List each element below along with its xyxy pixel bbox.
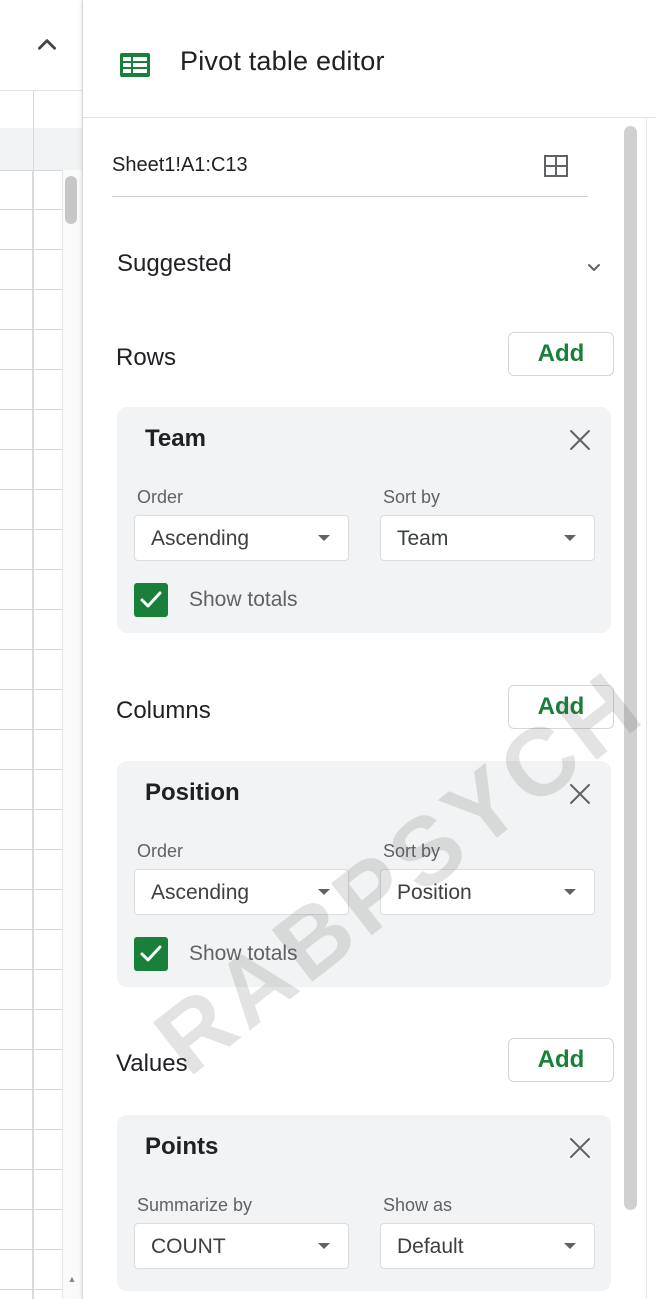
- dropdown-arrow-icon: [318, 1243, 330, 1249]
- card-title: Points: [145, 1133, 219, 1160]
- values-add-button[interactable]: Add: [508, 1038, 614, 1082]
- panel-header: Pivot table editor: [83, 0, 656, 118]
- sort-by-value: Team: [397, 527, 449, 550]
- order-label: Order: [137, 487, 184, 507]
- sort-by-value: Position: [397, 881, 472, 904]
- card-title: Position: [145, 779, 240, 806]
- values-heading: Values: [116, 1050, 188, 1077]
- columns-add-button[interactable]: Add: [508, 685, 614, 729]
- pivot-table-editor-panel: Pivot table editor Sheet1!A1:C13 Suggest…: [83, 0, 656, 1299]
- sort-by-label: Sort by: [383, 841, 441, 861]
- spreadsheet-grid: ▲: [0, 0, 83, 1299]
- panel-title: Pivot table editor: [180, 46, 385, 76]
- checkmark-icon: [140, 591, 162, 608]
- sheet-toolbar-area: [0, 0, 82, 91]
- show-as-select[interactable]: Default: [380, 1223, 595, 1269]
- sort-by-select[interactable]: Position: [380, 869, 595, 915]
- chevron-up-icon[interactable]: [34, 32, 60, 58]
- show-as-label: Show as: [383, 1195, 453, 1215]
- rows-heading: Rows: [116, 344, 177, 371]
- scroll-up-arrow-icon[interactable]: ▲: [62, 1270, 82, 1288]
- sheets-table-icon: [120, 53, 150, 77]
- grid-select-icon[interactable]: [542, 152, 570, 180]
- summarize-by-select[interactable]: COUNT: [134, 1223, 349, 1269]
- panel-scrollbar-thumb[interactable]: [624, 126, 637, 1210]
- rows-field-card: Team Order Sort by Ascending Team Show t…: [117, 407, 611, 633]
- data-range-text: Sheet1!A1:C13: [112, 154, 248, 176]
- dropdown-arrow-icon: [564, 1243, 576, 1249]
- sheet-cells[interactable]: [0, 170, 62, 1299]
- show-totals-label: Show totals: [189, 942, 298, 965]
- summarize-by-label: Summarize by: [137, 1195, 253, 1215]
- rows-add-button[interactable]: Add: [508, 332, 614, 376]
- order-value: Ascending: [151, 881, 250, 904]
- sheet-column-header: [0, 128, 82, 171]
- dropdown-arrow-icon: [318, 889, 330, 895]
- columns-heading: Columns: [116, 697, 211, 724]
- suggested-heading[interactable]: Suggested: [117, 250, 232, 278]
- sheet-scrollbar[interactable]: [62, 170, 82, 1299]
- summarize-by-value: COUNT: [151, 1235, 226, 1258]
- columns-field-card: Position Order Sort by Ascending Positio…: [117, 761, 611, 987]
- show-as-value: Default: [397, 1235, 464, 1258]
- dropdown-arrow-icon: [318, 535, 330, 541]
- checkmark-icon: [140, 945, 162, 962]
- card-title: Team: [145, 425, 206, 452]
- order-label: Order: [137, 841, 184, 861]
- data-range-field[interactable]: Sheet1!A1:C13: [112, 140, 588, 197]
- show-totals-label: Show totals: [189, 588, 298, 611]
- close-icon[interactable]: [567, 781, 593, 807]
- sort-by-label: Sort by: [383, 487, 441, 507]
- panel-edge: [646, 117, 656, 1299]
- dropdown-arrow-icon: [564, 889, 576, 895]
- order-select[interactable]: Ascending: [134, 515, 349, 561]
- order-select[interactable]: Ascending: [134, 869, 349, 915]
- chevron-down-icon[interactable]: [583, 256, 605, 278]
- show-totals-checkbox[interactable]: [134, 937, 168, 971]
- values-field-card: Points Summarize by Show as COUNT Defaul…: [117, 1115, 611, 1291]
- sort-by-select[interactable]: Team: [380, 515, 595, 561]
- sheet-scrollbar-thumb[interactable]: [65, 176, 77, 224]
- show-totals-checkbox[interactable]: [134, 583, 168, 617]
- close-icon[interactable]: [567, 427, 593, 453]
- close-icon[interactable]: [567, 1135, 593, 1161]
- dropdown-arrow-icon: [564, 535, 576, 541]
- order-value: Ascending: [151, 527, 250, 550]
